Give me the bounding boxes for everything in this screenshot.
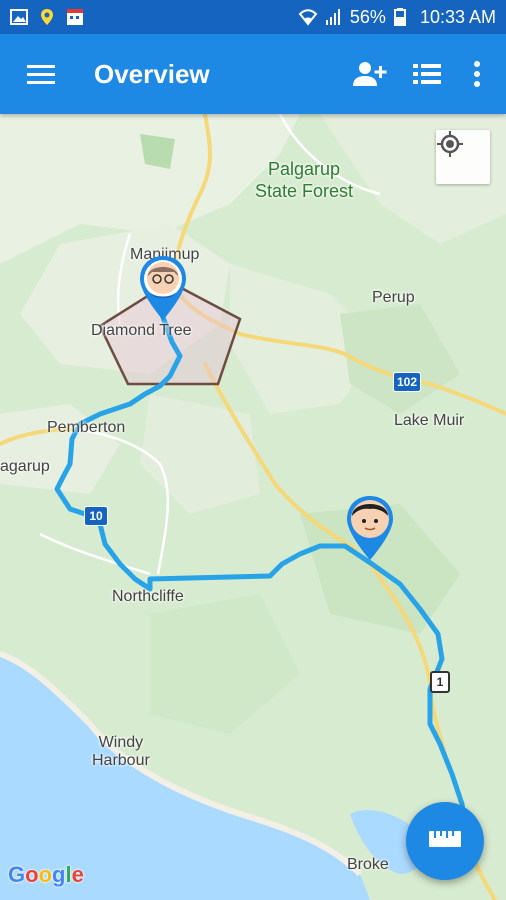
place-lake-muir: Lake Muir [394,412,465,429]
place-label-line: Windy [98,734,144,751]
road-shield-1: 1 [430,671,450,693]
place-perup: Perup [372,289,415,306]
wifi-icon [298,8,318,26]
my-location-button[interactable] [436,130,490,184]
measure-fab-button[interactable] [406,802,484,880]
ruler-icon [428,830,462,853]
more-vertical-icon[interactable] [462,51,492,97]
place-pemberton: Pemberton [47,419,126,436]
page-title: Overview [94,58,210,89]
status-bar: 56% 10:33 AM [0,0,506,34]
calendar-notification-icon [66,8,84,26]
status-notification-icons [10,8,84,26]
status-system-icons: 56% 10:33 AM [298,7,496,28]
list-icon[interactable] [404,51,450,97]
clock: 10:33 AM [419,6,496,27]
battery-percent: 56% [349,6,386,27]
place-label-line: Harbour [92,752,150,769]
place-palgarup-state-forest: Palgarup State Forest [255,158,353,202]
road-shield-102: 102 [393,372,421,392]
battery-icon [393,8,412,27]
place-palgarup-left: agarup [0,458,50,475]
road-shield-10: 10 [84,506,108,526]
place-windy-harbour: Windy Harbour [92,734,150,770]
map-canvas [0,114,506,900]
google-logo: Google [8,862,84,887]
app-bar: Overview [0,34,506,114]
place-label-line: Palgarup [267,159,341,179]
hamburger-menu-icon[interactable] [18,51,64,97]
map-view[interactable]: Palgarup State Forest Manjimup Perup Dia… [0,114,506,900]
maps-notification-icon [38,8,56,26]
place-diamond-tree: Diamond Tree [91,322,192,339]
image-notification-icon [10,8,28,26]
add-person-icon[interactable] [346,51,392,97]
place-broke: Broke [347,856,389,873]
place-label-line: State Forest [255,181,354,201]
place-northcliffe: Northcliffe [112,588,184,605]
signal-icon [324,8,342,26]
